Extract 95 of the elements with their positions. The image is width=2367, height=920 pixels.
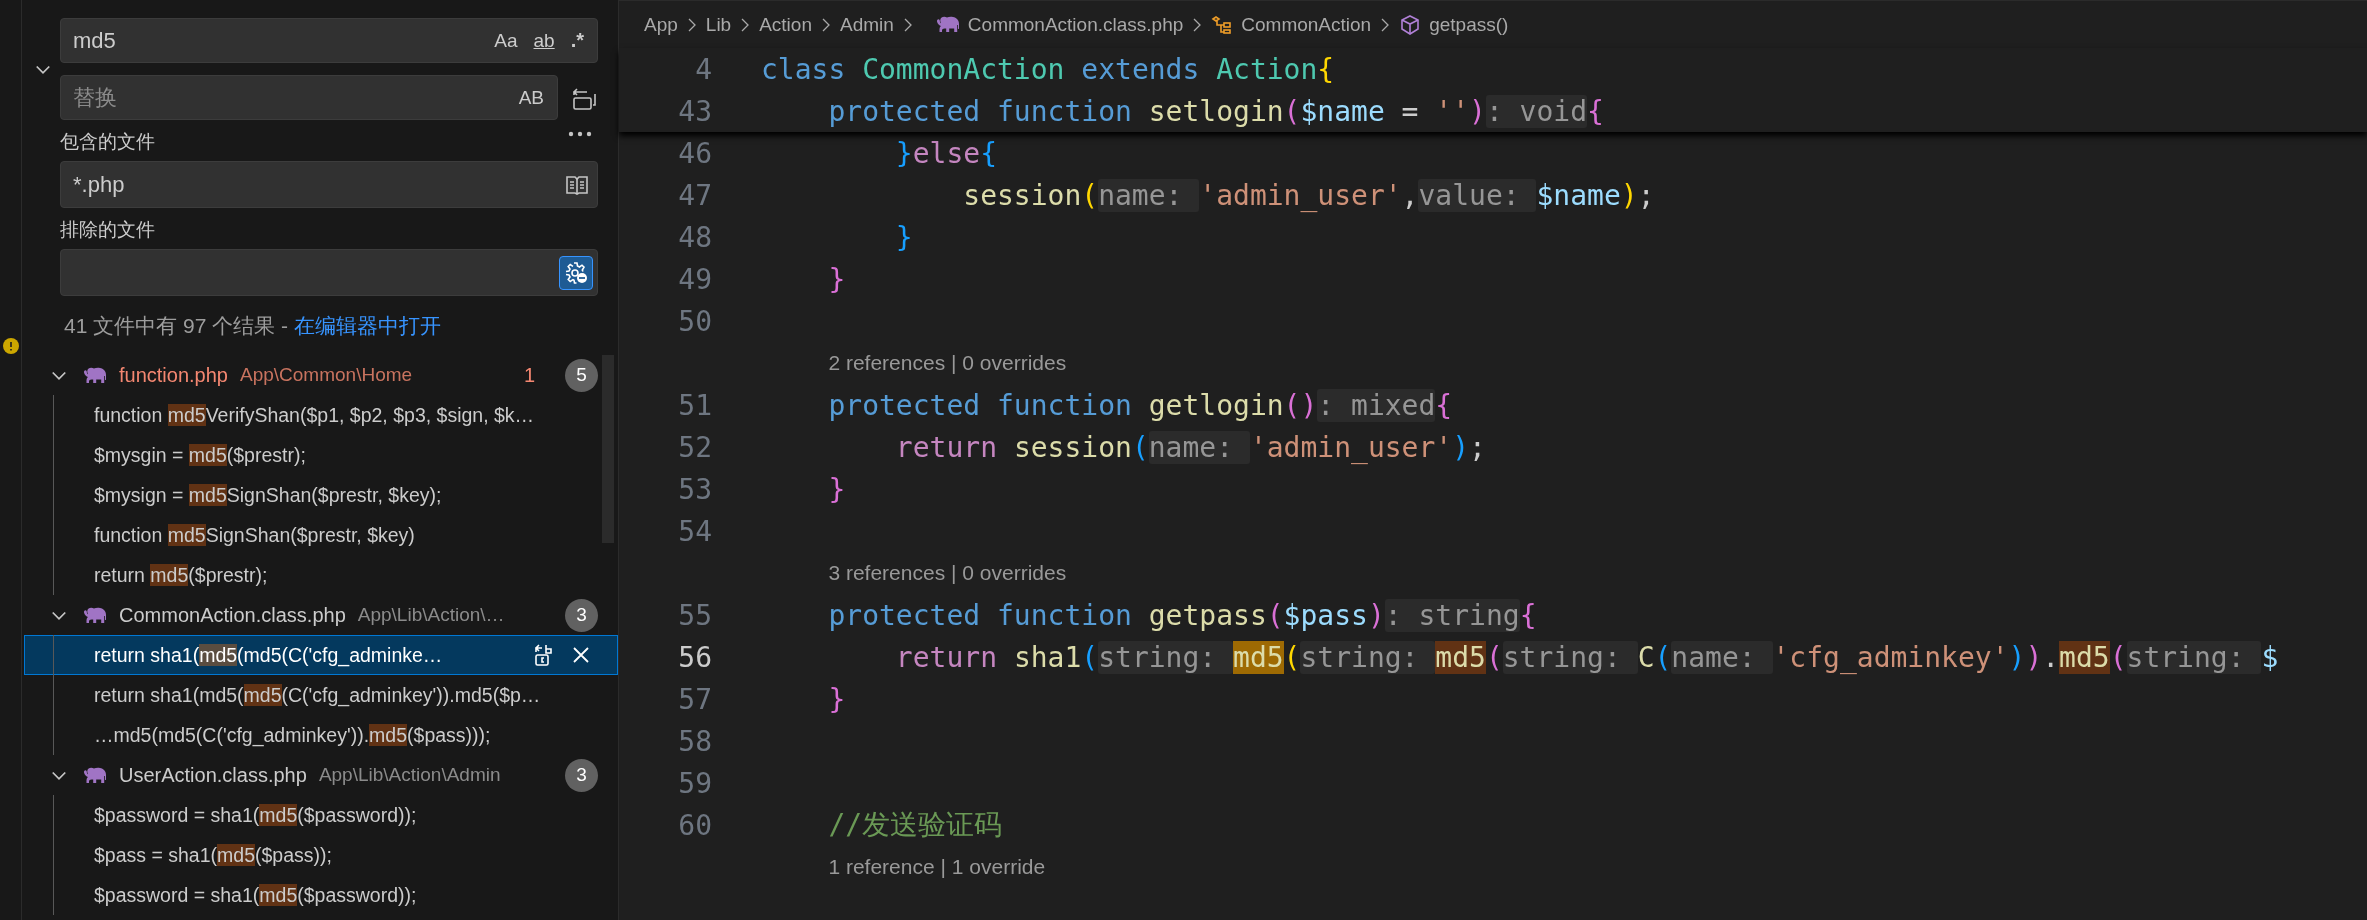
include-field[interactable]: *.php — [60, 161, 598, 208]
code-line: session(name: 'admin_user',value: $name); — [962, 178, 1655, 212]
code-line: protected function getpass($pass): string{ — [827, 598, 1537, 632]
file-result-row[interactable]: function.php App\Common\Home 1 5 — [22, 355, 618, 395]
file-result-row[interactable]: CommonAction.class.php App\Lib\Action\… 3 — [22, 595, 618, 635]
code-line: } — [827, 682, 846, 716]
line-number: 48 — [677, 220, 712, 254]
file-path: App\Common\Home — [240, 364, 414, 386]
open-in-editor-link[interactable]: 在编辑器中打开 — [293, 311, 441, 340]
cube-icon — [1399, 14, 1422, 35]
file-name: CommonAction.class.php — [119, 603, 346, 627]
php-elephant-icon — [83, 606, 107, 624]
line-number: 52 — [677, 430, 712, 464]
php-elephant-icon — [83, 766, 107, 784]
match-count-badge: 3 — [565, 598, 598, 632]
breadcrumb-item[interactable]: getpass() — [1429, 13, 1509, 36]
match-text: $mysign = md5SignShan($prestr, $key); — [94, 483, 443, 507]
code-line: protected function getlogin(): mixed{ — [827, 388, 1453, 422]
match-text: $password = sha1(md5($password)); — [94, 803, 418, 827]
match-text: …md5(md5(C('cfg_adminkey')).md5($pass))); — [94, 723, 492, 747]
search-option-toggle[interactable]: ab — [528, 26, 560, 55]
php-elephant-icon — [83, 366, 107, 384]
exclude-settings-toggle[interactable] — [559, 255, 593, 290]
code-lens[interactable]: 3 references | 0 overrides — [828, 561, 1067, 585]
search-match-row[interactable]: …md5(md5(C('cfg_adminkey')).md5($pass))); — [24, 715, 618, 755]
match-text: function md5SignShan($prestr, $key) — [94, 523, 416, 547]
class-symbol-icon — [1211, 14, 1234, 35]
exclude-label: 排除的文件 — [60, 218, 155, 242]
line-number: 4 — [694, 52, 712, 86]
search-match-row[interactable]: return sha1(md5(md5(C('cfg_adminke… — [24, 635, 618, 675]
code-line: //发送验证码 — [827, 807, 1003, 843]
file-name: UserAction.class.php — [119, 763, 307, 787]
breadcrumb-item[interactable]: Admin — [840, 13, 894, 36]
results-summary: 41 文件中有 97 个结果 - — [64, 312, 290, 339]
line-number: 47 — [677, 178, 712, 212]
search-match-row[interactable]: $pass = sha1(md5($pass)); — [24, 835, 618, 875]
search-match-row[interactable]: $mysign = md5SignShan($prestr, $key); — [24, 475, 618, 515]
search-option-toggle[interactable]: .* — [565, 26, 589, 55]
code-lens[interactable]: 2 references | 0 overrides — [828, 351, 1067, 375]
code-line: } — [827, 472, 846, 506]
code-line: protected function setlogin($name = ''): void{ — [827, 94, 1604, 128]
search-match-row[interactable]: return sha1(md5(md5(C('cfg_adminkey')).md5($p… — [24, 675, 618, 715]
code-line: return session(name: 'admin_user'); — [894, 430, 1486, 464]
code-line: } — [894, 220, 913, 254]
exclude-field[interactable] — [60, 249, 598, 296]
php-elephant-icon — [935, 16, 960, 33]
breadcrumb-item[interactable]: Lib — [705, 13, 732, 36]
match-text: return sha1(md5(md5(C('cfg_adminkey')).md5($p… — [94, 683, 542, 707]
file-name: function.php — [119, 363, 228, 387]
file-path: App\Lib\Action\… — [357, 604, 506, 626]
line-number: 51 — [677, 388, 712, 422]
code-line: }else{ — [894, 136, 997, 170]
breadcrumb-item[interactable]: CommonAction — [1241, 13, 1372, 36]
file-path: App\Lib\Action\Admin — [318, 764, 502, 786]
search-match-row[interactable]: return md5($prestr); — [24, 555, 618, 595]
line-number: 50 — [677, 304, 712, 338]
code-line: class CommonAction extends Action{ — [761, 52, 1335, 86]
match-text: $password = sha1(md5($password)); — [94, 883, 418, 907]
line-number: 49 — [677, 262, 712, 296]
search-field[interactable]: md5 Aa ab .* — [60, 18, 598, 63]
match-text: return md5($prestr); — [94, 563, 269, 587]
match-text: function md5VerifyShan($p1, $p2, $p3, $sign, $k… — [94, 403, 536, 427]
line-number: 54 — [677, 514, 712, 548]
breadcrumb-item[interactable]: CommonAction.class.php — [967, 13, 1184, 36]
match-text: return sha1(md5(md5(C('cfg_adminke… — [94, 643, 444, 667]
line-number: 55 — [677, 598, 712, 632]
search-match-row[interactable]: function md5SignShan($prestr, $key) — [24, 515, 618, 555]
line-number: 46 — [677, 136, 712, 170]
breadcrumb-item[interactable]: App — [644, 13, 678, 36]
line-number: 58 — [677, 724, 712, 758]
replace-field[interactable]: 替换 AB — [60, 75, 558, 120]
preserve-case-toggle[interactable]: AB — [513, 83, 549, 112]
file-result-row[interactable]: UserAction.class.php App\Lib\Action\Admin 3 — [22, 755, 618, 795]
breadcrumb-item[interactable]: Action — [759, 13, 812, 36]
match-text: $pass = sha1(md5($pass)); — [94, 843, 333, 867]
search-match-row[interactable]: function md5VerifyShan($p1, $p2, $p3, $sign, $k… — [24, 395, 618, 435]
line-number: 59 — [677, 766, 712, 800]
search-match-row[interactable]: $password = sha1(md5($password)); — [24, 795, 618, 835]
match-text: $mysgin = md5($prestr); — [94, 443, 307, 467]
include-label: 包含的文件 — [60, 130, 155, 154]
line-number: 43 — [677, 94, 712, 128]
search-match-row[interactable]: $password = sha1(md5($password)); — [24, 875, 618, 915]
code-lens[interactable]: 1 reference | 1 override — [828, 855, 1046, 879]
search-option-toggle[interactable]: Aa — [489, 26, 523, 55]
line-number: 60 — [677, 808, 712, 842]
code-line: return sha1(string: md5(string: md5(string: C(name: 'cfg_adminkey')).md5(string: $ — [894, 640, 2279, 674]
line-number: 53 — [677, 472, 712, 506]
match-count-badge: 5 — [565, 358, 598, 392]
search-match-row[interactable]: $mysgin = md5($prestr); — [24, 435, 618, 475]
more-icon[interactable] — [567, 130, 593, 138]
line-number: 56 — [677, 640, 712, 674]
match-count-badge: 3 — [565, 758, 598, 792]
problem-count: 1 — [523, 363, 535, 387]
code-line: } — [827, 262, 846, 296]
line-number: 57 — [677, 682, 712, 716]
